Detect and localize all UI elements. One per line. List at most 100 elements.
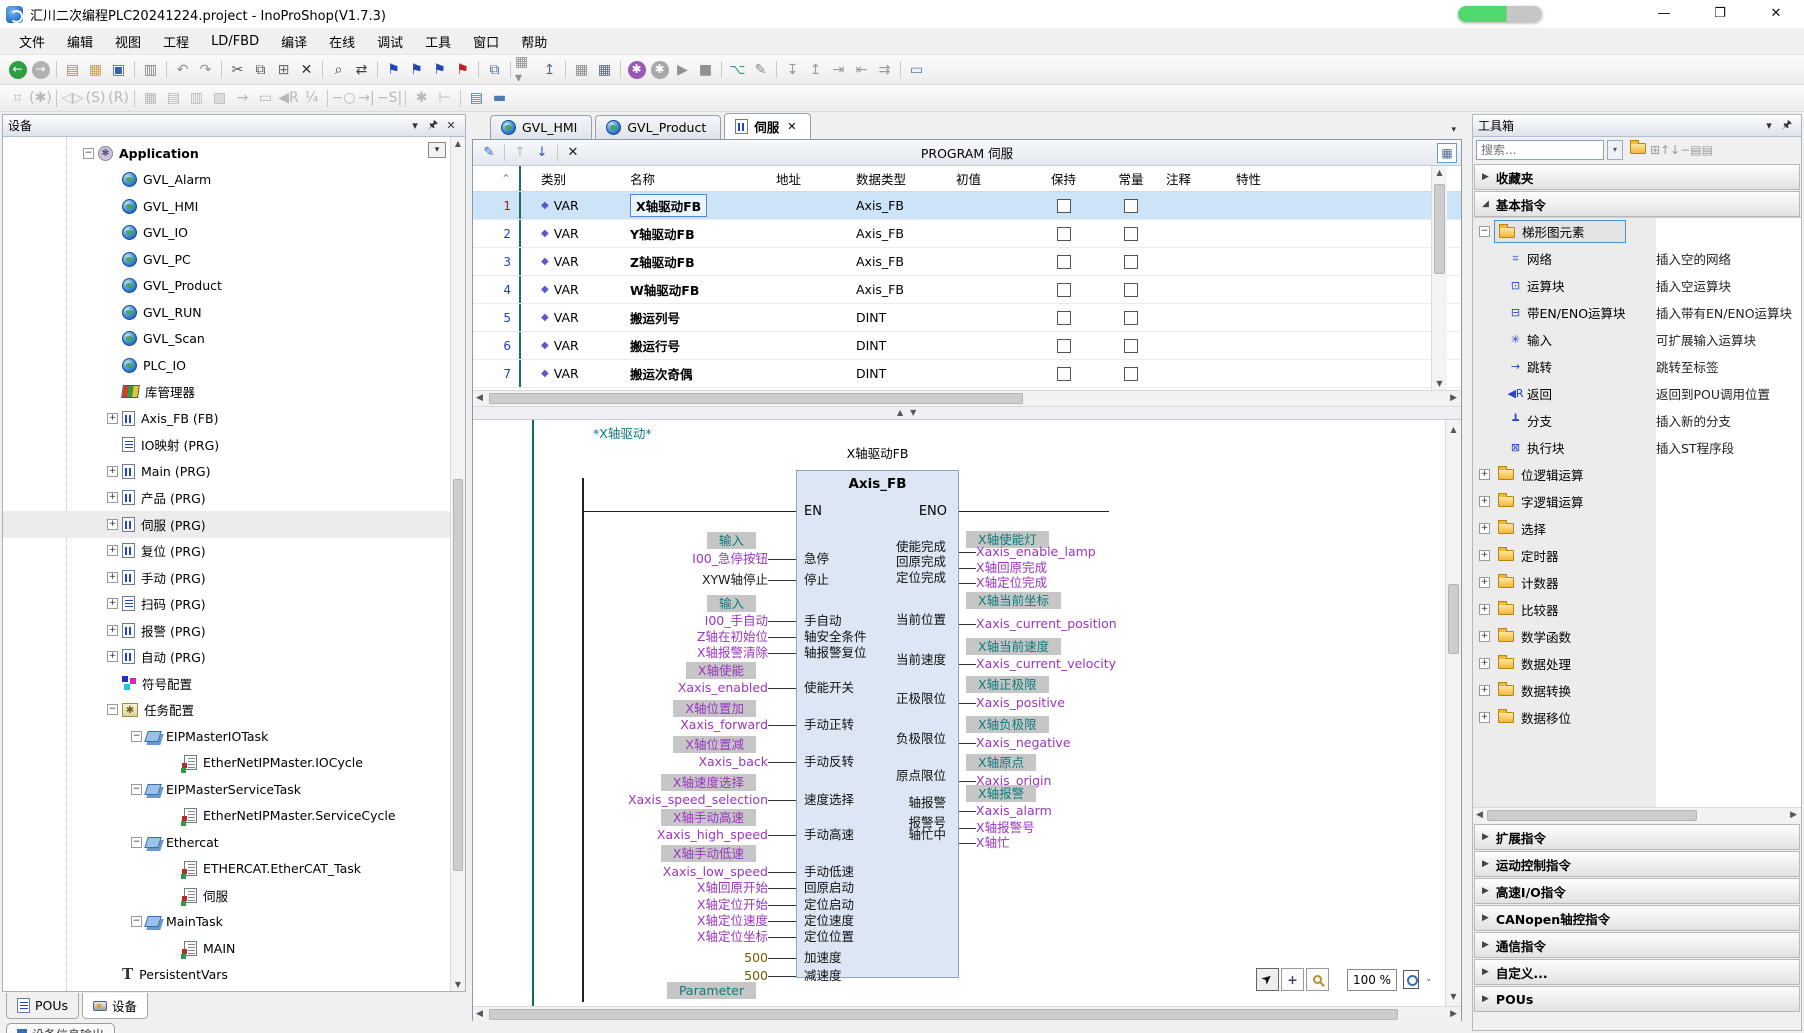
tree-item--prg-[interactable]: +复位 (PRG) — [3, 538, 465, 565]
toolbox-mini-icon-4[interactable]: − — [1680, 143, 1690, 157]
menu-item-1[interactable]: 编辑 — [56, 28, 104, 55]
tree-item--prg-[interactable]: +伺服 (PRG) — [3, 511, 465, 538]
contact-icon[interactable]: ◁▷ — [61, 87, 84, 109]
fbd-input-operand[interactable]: X轴定位坐标 — [473, 929, 768, 944]
fbd-output-operand[interactable]: X轴报警号 — [976, 820, 1276, 835]
dock-tab-设备[interactable]: 设备 — [82, 993, 148, 1019]
keep-checkbox[interactable] — [1057, 367, 1071, 381]
close-icon[interactable]: ✕ — [442, 119, 460, 132]
fbd-input-operand[interactable]: Xaxis_back — [473, 754, 768, 769]
fbd-input-operand[interactable]: Xaxis_high_speed — [473, 827, 768, 842]
fbd-input-operand[interactable]: Xaxis_speed_selection — [473, 792, 768, 807]
cut-icon[interactable]: ✂ — [226, 59, 249, 81]
type-cell[interactable]: Axis_FB — [856, 198, 956, 213]
function-block-icon[interactable]: ▦ — [139, 87, 162, 109]
type-cell[interactable]: Axis_FB — [856, 226, 956, 241]
fbd-output-operand[interactable]: Xaxis_negative — [976, 735, 1276, 750]
type-cell[interactable]: DINT — [856, 366, 956, 381]
copy-icon[interactable]: ⧉ — [249, 59, 272, 81]
expander-icon[interactable]: − — [83, 148, 94, 159]
tree-item-ethernetipmaster-servicecycle[interactable]: EtherNetIPMaster.ServiceCycle — [3, 803, 465, 830]
keep-checkbox[interactable] — [1057, 199, 1071, 213]
keep-cell[interactable] — [1031, 282, 1096, 298]
expander-icon[interactable]: + — [107, 598, 118, 609]
branch-icon[interactable]: ¼ — [300, 87, 323, 109]
column-header-8[interactable]: 特性 — [1236, 169, 1311, 188]
login-icon[interactable]: ✱ — [625, 59, 648, 81]
bookmark-toggle-icon[interactable]: ⚑ — [382, 59, 405, 81]
expander-icon[interactable]: − — [131, 837, 142, 848]
splitter-arrows-icon[interactable]: ▲▼ — [897, 408, 923, 417]
table-scrollbar[interactable]: ▲▼ — [1431, 166, 1447, 390]
open-project-icon[interactable]: ▦ — [84, 59, 107, 81]
tree-item--prg-[interactable]: +自动 (PRG) — [3, 644, 465, 671]
label-icon[interactable]: ▭ — [254, 87, 277, 109]
set-reset-icon[interactable]: −S| — [378, 87, 401, 109]
print-icon[interactable]: ▥ — [139, 59, 162, 81]
toolbox-mini-icon-5[interactable]: ▤ — [1690, 143, 1701, 157]
toolbox-section-CANopen轴控指令[interactable]: ▶CANopen轴控指令 — [1474, 905, 1800, 931]
tree-item-ethercat[interactable]: −Ethercat — [3, 829, 465, 856]
table-row[interactable]: 5◆VAR搬运列号DINT — [473, 304, 1461, 332]
table-row[interactable]: 3◆VARZ轴驱动FBAxis_FB — [473, 248, 1461, 276]
table-row[interactable]: 4◆VARW轴驱动FBAxis_FB — [473, 276, 1461, 304]
tab-close-icon[interactable]: ✕ — [787, 120, 796, 133]
step-over-icon[interactable]: ⇥ — [827, 59, 850, 81]
expander-icon[interactable]: + — [107, 492, 118, 503]
view-split-icon[interactable]: ▬ — [488, 87, 511, 109]
fbd-output-operand[interactable]: Xaxis_current_velocity — [976, 656, 1276, 671]
assign-icon[interactable]: ⊢ — [433, 87, 456, 109]
tree-item-eipmasteriotask[interactable]: −EIPMasterIOTask — [3, 723, 465, 750]
tree-item-gvl_hmi[interactable]: GVL_HMI — [3, 193, 465, 220]
set-coil-icon[interactable]: (S) — [84, 87, 107, 109]
menu-item-7[interactable]: 调试 — [366, 28, 414, 55]
type-cell[interactable]: Axis_FB — [856, 254, 956, 269]
folder-icon[interactable] — [1630, 143, 1646, 154]
run-icon[interactable]: ▶ — [671, 59, 694, 81]
fbd-input-operand[interactable]: Z轴在初始位 — [473, 629, 768, 644]
zoom-level-box[interactable]: 100 % — [1347, 969, 1397, 991]
toolbox-section-POUs[interactable]: ▶POUs — [1474, 986, 1800, 1012]
new-project-icon[interactable]: ▤ — [61, 59, 84, 81]
keep-cell[interactable] — [1031, 366, 1096, 382]
edit-online-icon[interactable]: ✎ — [749, 59, 772, 81]
const-checkbox[interactable] — [1124, 283, 1138, 297]
column-header-0[interactable]: 类别 — [533, 169, 626, 188]
keep-checkbox[interactable] — [1057, 283, 1071, 297]
device-tree-scrollbar[interactable]: ▲▼ — [450, 137, 465, 991]
keep-checkbox[interactable] — [1057, 339, 1071, 353]
expander-icon[interactable]: − — [131, 916, 142, 927]
fbd-input-operand[interactable]: Xaxis_low_speed — [473, 864, 768, 879]
zoom-fit-icon[interactable] — [1403, 970, 1419, 989]
fbd-output-operand[interactable]: Xaxis_enable_lamp — [976, 544, 1276, 559]
toolbox-item-计数器[interactable]: +计数器 — [1473, 569, 1801, 596]
declaration-view-button[interactable]: ▦ — [1437, 143, 1457, 163]
tree-item--prg-[interactable]: +扫码 (PRG) — [3, 591, 465, 618]
toolbox-section-收藏夹[interactable]: ▶收藏夹 — [1474, 164, 1800, 190]
menu-item-2[interactable]: 视图 — [104, 28, 152, 55]
watch-table-icon[interactable]: ▦ — [570, 59, 593, 81]
column-header-4[interactable]: 初值 — [956, 169, 1031, 188]
expander-icon[interactable]: + — [1479, 658, 1490, 669]
negate-icon[interactable]: −○ — [332, 87, 355, 109]
const-checkbox[interactable] — [1124, 311, 1138, 325]
reset-coil-icon[interactable]: (R) — [107, 87, 130, 109]
expander-icon[interactable]: + — [107, 651, 118, 662]
toolbox-mini-icon-1[interactable]: ⊞ — [1650, 143, 1660, 157]
toolbox-hscrollbar[interactable]: ◀▶ — [1473, 807, 1801, 823]
toolbox-item-网络[interactable]: ⌗网络插入空的网络 — [1473, 245, 1801, 272]
replace-icon[interactable]: ⇄ — [350, 59, 373, 81]
expander-icon[interactable]: + — [1479, 631, 1490, 642]
paste-icon[interactable]: ⊞ — [272, 59, 295, 81]
fbd-input-operand[interactable]: X轴报警清除 — [473, 645, 768, 660]
tree-item-io-prg-[interactable]: IO映射 (PRG) — [3, 432, 465, 459]
toolbox-item-位逻辑运算[interactable]: +位逻辑运算 — [1473, 461, 1801, 488]
toolbox-item-分支[interactable]: ┻分支插入新的分支 — [1473, 407, 1801, 434]
toolbox-item-执行块[interactable]: ⊠执行块插入ST程序段 — [1473, 434, 1801, 461]
tree-item-main-prg-[interactable]: +Main (PRG) — [3, 458, 465, 485]
keep-checkbox[interactable] — [1057, 311, 1071, 325]
tree-item-ethernetipmaster-iocycle[interactable]: EtherNetIPMaster.IOCycle — [3, 750, 465, 777]
const-cell[interactable] — [1096, 198, 1166, 214]
tree-item--[interactable]: 库管理器 — [3, 379, 465, 406]
keep-checkbox[interactable] — [1057, 227, 1071, 241]
